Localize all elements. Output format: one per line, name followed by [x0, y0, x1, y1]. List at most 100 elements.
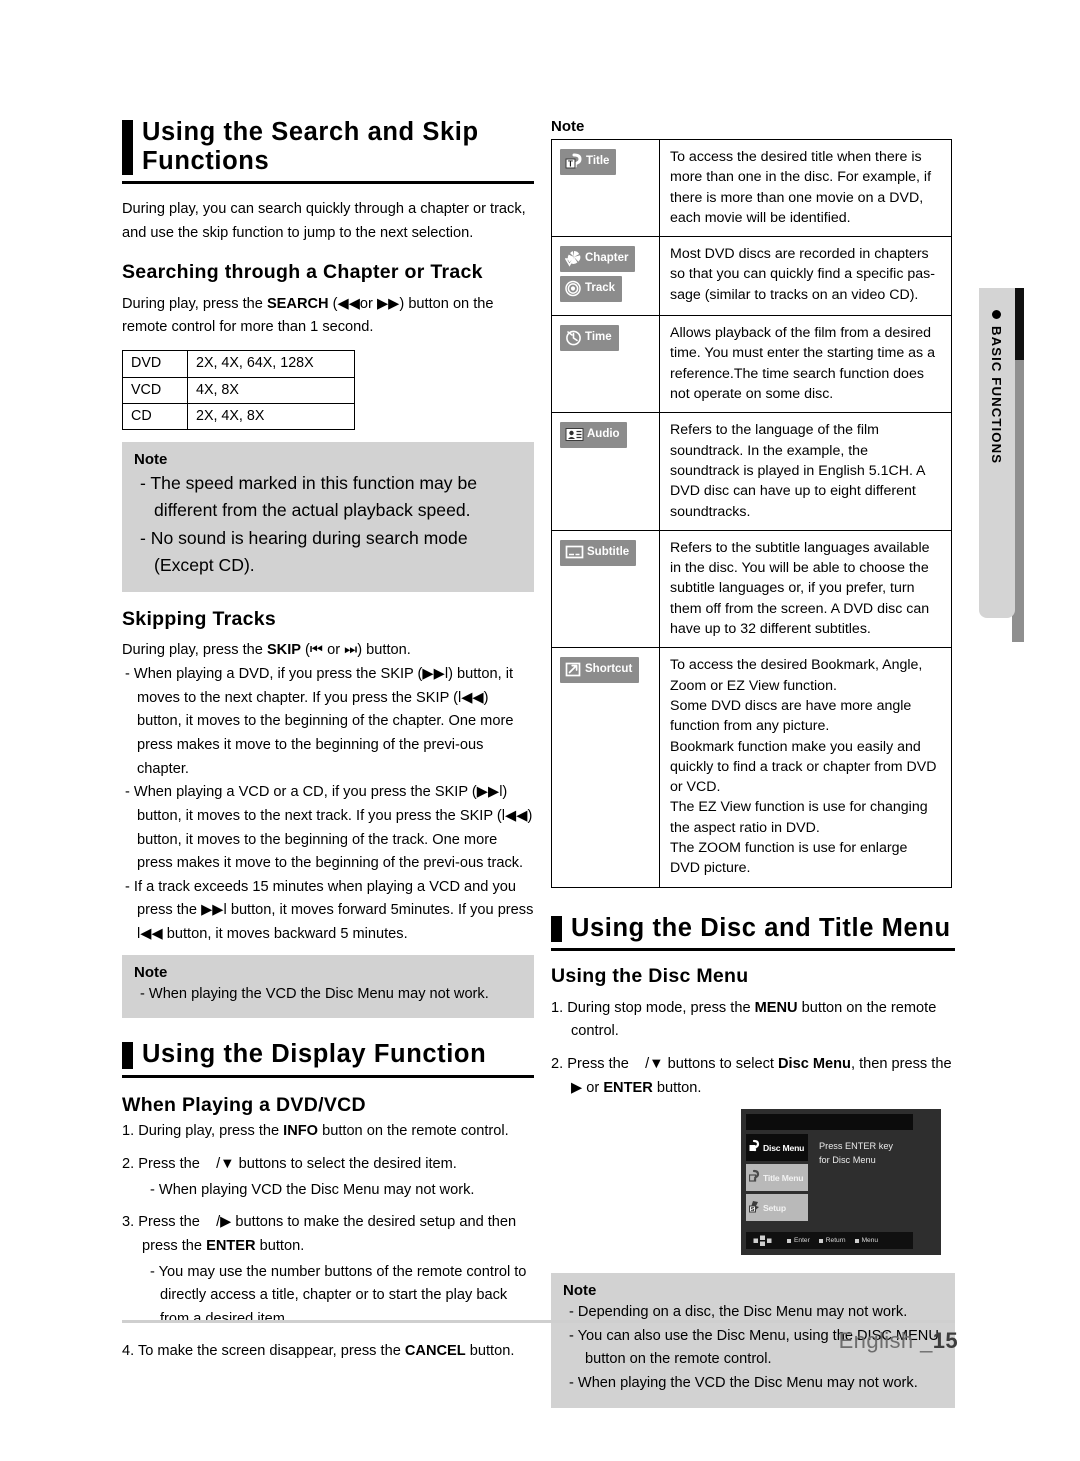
tv-bottom-label: Enter: [794, 1237, 810, 1245]
subtitle-icon: Subtitle: [560, 539, 637, 566]
note-box-skip: Note - When playing the VCD the Disc Men…: [122, 954, 534, 1019]
display-steps-list: 1. During play, press the INFO button on…: [122, 1120, 534, 1364]
tv-bottom-label: Return: [825, 1237, 846, 1245]
table-row: DVD 2X, 4X, 64X, 128X: [122, 350, 355, 378]
search-speed-table: DVD 2X, 4X, 64X, 128X VCD 4X, 8X CD 2X, …: [122, 350, 355, 431]
table-row: T Title To access the desired title when …: [551, 138, 952, 238]
step-text: To make the screen disappear, press the …: [137, 1343, 515, 1360]
icon-cell: Shortcut: [551, 647, 660, 888]
setup-icon: S: [749, 1199, 763, 1216]
footer-divider: [122, 1320, 955, 1323]
heading-text: Using the Disc and Title Menu: [571, 913, 951, 942]
track-icon: Track: [560, 276, 623, 303]
step-number: 1.: [122, 1123, 135, 1140]
tv-menu-item-label: Setup: [763, 1202, 786, 1213]
tv-menu-item-disc-menu[interactable]: Disc Menu: [746, 1134, 808, 1162]
shortcut-icon: Shortcut: [560, 657, 640, 684]
tv-bottom-enter: Enter: [787, 1237, 810, 1244]
search-instruction-a: During play, press the: [122, 295, 267, 312]
list-item: - When playing the VCD the Disc Menu may…: [140, 985, 489, 1002]
key-glyph: [854, 1238, 859, 1243]
skip-details-list: - When playing a DVD, if you press the S…: [122, 663, 534, 947]
tv-menu-item-setup[interactable]: S Setup: [746, 1194, 808, 1222]
table-row: VCD 4X, 8X: [122, 376, 355, 404]
side-tab-label-wrap: BASIC FUNCTIONS: [979, 288, 1015, 618]
subheading-searching-chapter: Searching through a Chapter or Track: [122, 261, 483, 284]
tv-bottom-return: Return: [818, 1237, 846, 1245]
dpad-icon: [752, 1235, 774, 1247]
heading-accent-bar: [551, 915, 562, 943]
tv-menu-item-title-menu[interactable]: Title Menu: [746, 1164, 808, 1192]
note-title: Note: [134, 963, 168, 981]
note-title: Note: [134, 451, 168, 469]
title-icon: T Title: [560, 149, 617, 175]
table-row: Time Allows playback of the film from a …: [551, 315, 952, 414]
badge-label: Track: [585, 281, 616, 294]
list-item: 1. During play, press the INFO button on…: [122, 1120, 534, 1144]
badge-label: Chapter: [585, 251, 629, 264]
list-item: - When playing a VCD or a CD, if you pre…: [125, 784, 533, 872]
list-item: - No sound is hearing during search mode…: [140, 528, 468, 575]
svg-text:T: T: [568, 159, 573, 168]
heading-text: Using the Display Function: [142, 1040, 487, 1069]
subheading-using-disc-menu: Using the Disc Menu: [551, 965, 749, 988]
step-number: 4.: [122, 1343, 135, 1360]
badge-label: Time: [585, 330, 612, 343]
step-text: Press the /▼ buttons to select Disc Menu…: [567, 1055, 952, 1096]
table-row: CD 2X, 4X, 8X: [122, 402, 355, 431]
cell-disc: VCD: [122, 376, 188, 404]
chapter-icon: Chapter: [560, 246, 636, 273]
list-item: - When playing a DVD, if you press the S…: [125, 666, 514, 777]
icon-cell: Chapter Track: [551, 236, 660, 317]
list-item: - If a track exceeds 15 minutes when pla…: [125, 878, 534, 943]
manual-page: Using the Search and Skip Functions Duri…: [0, 0, 1080, 1461]
description-cell: Most DVD discs are recorded in chapters …: [659, 236, 952, 317]
table-row: Audio Refers to the language of the film…: [551, 412, 952, 531]
skip-instruction-b: (⏮ or ⏭) button.: [301, 642, 411, 659]
table-row: Shortcut To access the desired Bookmark,…: [551, 647, 952, 888]
icon-cell: Time: [551, 315, 660, 414]
disc-menu-steps-list: 1. During stop mode, press the MENU butt…: [551, 997, 955, 1101]
skip-keyword: SKIP: [266, 642, 301, 659]
bullet-icon: [992, 310, 1002, 319]
cell-disc: CD: [122, 402, 188, 431]
step-text: During play, press the INFO button on th…: [138, 1123, 509, 1140]
disc-menu-icon: [749, 1139, 763, 1156]
heading-accent-bar: [122, 120, 133, 176]
list-item: 2. Press the /▼ buttons to select the de…: [122, 1153, 534, 1202]
note-list: - The speed marked in this function may …: [134, 470, 522, 578]
list-item: - The speed marked in this function may …: [140, 473, 478, 520]
step-text: Press the /▶ buttons to make the desired…: [138, 1214, 517, 1254]
title-menu-icon: [748, 1169, 763, 1186]
key-glyph: [818, 1238, 823, 1243]
side-tab-basic-functions: BASIC FUNCTIONS: [979, 288, 1015, 618]
icon-cell: Audio: [551, 412, 660, 531]
skip-instruction: During play, press the SKIP (⏮ or ⏭) but…: [122, 639, 534, 663]
description-cell: To access the desired title when there i…: [659, 138, 952, 238]
note-box-search: Note - The speed marked in this function…: [122, 442, 534, 592]
note-list: - When playing the VCD the Disc Menu may…: [134, 983, 522, 1007]
cell-disc: DVD: [122, 350, 188, 378]
key-glyph: [787, 1238, 791, 1243]
tv-message-text: Press ENTER key for Disc Menu: [819, 1141, 894, 1166]
tv-bottom-label: Menu: [861, 1237, 879, 1245]
left-column: Using the Search and Skip Functions Duri…: [122, 118, 534, 1373]
icon-cell: T Title: [551, 138, 660, 238]
step-number: 2.: [551, 1055, 564, 1072]
search-keyword: SEARCH: [266, 295, 329, 312]
step-number: 1.: [551, 999, 564, 1016]
description-cell: Refers to the subtitle languages availab…: [659, 529, 952, 649]
footer-language: English _: [838, 1328, 933, 1353]
badge-label: Subtitle: [587, 545, 630, 558]
icon-cell: Subtitle: [551, 529, 660, 649]
description-cell: Refers to the language of the film sound…: [659, 412, 952, 531]
list-item: 2. Press the /▼ buttons to select Disc M…: [551, 1053, 955, 1100]
list-item: - When playing the VCD the Disc Menu may…: [569, 1375, 918, 1392]
note-label: Note: [551, 118, 585, 135]
step-number: 3.: [122, 1214, 135, 1231]
badge-label: Shortcut: [585, 663, 633, 676]
step-number: 2.: [122, 1155, 135, 1172]
list-item: 3. Press the /▶ buttons to make the desi…: [122, 1211, 534, 1331]
note-title: Note: [563, 1282, 597, 1300]
tv-menu-list: Disc Menu Title Menu S Setup: [746, 1134, 808, 1224]
